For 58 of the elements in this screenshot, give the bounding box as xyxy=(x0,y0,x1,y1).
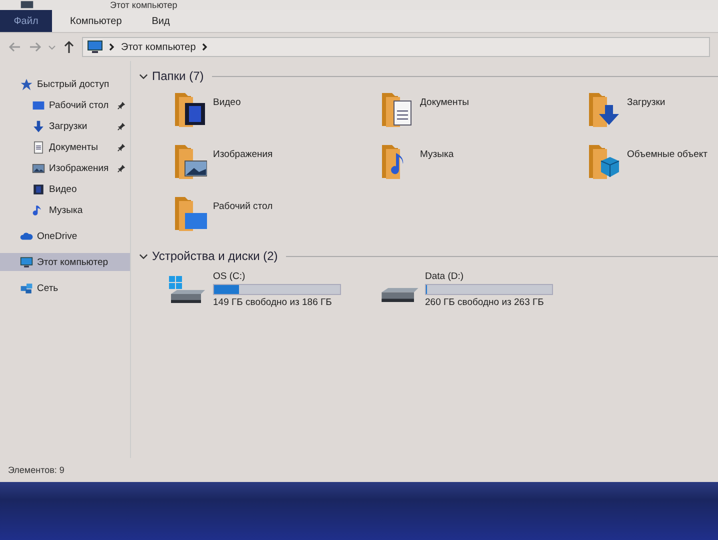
hard-drive-icon xyxy=(381,288,419,302)
folder-icon xyxy=(382,93,414,127)
folder-icon xyxy=(175,197,207,231)
pin-icon xyxy=(117,164,126,172)
address-bar[interactable]: Этот компьютер xyxy=(82,37,710,57)
section-heading: Устройства и диски (2) xyxy=(152,249,278,263)
nav-item[interactable]: Изображения xyxy=(0,159,130,177)
nav-item[interactable]: Этот компьютер xyxy=(0,253,130,271)
desktop-icon xyxy=(32,98,45,112)
pin-icon xyxy=(117,122,126,130)
network-icon xyxy=(20,282,33,294)
computer-icon xyxy=(20,1,34,10)
pin-icon xyxy=(117,100,126,110)
download-arrow-icon xyxy=(32,120,45,132)
nav-item[interactable]: Видео xyxy=(0,180,130,198)
system-drive-icon xyxy=(167,274,207,306)
folder-icon xyxy=(175,145,207,179)
drive-label[interactable]: OS (C:) xyxy=(213,271,341,282)
nav-item[interactable]: OneDrive xyxy=(0,227,130,245)
address-path: Этот компьютер xyxy=(121,42,196,52)
document-icon xyxy=(32,140,45,154)
collapse-chevron-icon[interactable] xyxy=(139,252,148,260)
folder-label[interactable]: Музыка xyxy=(420,149,454,160)
chevron-icon xyxy=(109,43,115,51)
nav-item[interactable]: Быстрый доступ xyxy=(0,75,130,93)
computer-icon xyxy=(87,40,103,54)
status-text: Элементов: 9 xyxy=(8,465,64,475)
folder-label[interactable]: Объемные объект xyxy=(627,149,708,160)
collapse-chevron-icon[interactable] xyxy=(139,72,148,80)
picture-icon xyxy=(32,162,45,174)
folder-icon xyxy=(589,93,621,127)
nav-item[interactable]: Загрузки xyxy=(0,117,130,135)
film-icon xyxy=(32,182,45,196)
folder-label[interactable]: Документы xyxy=(420,97,469,108)
folder-label[interactable]: Видео xyxy=(213,97,241,108)
folder-label[interactable]: Изображения xyxy=(213,149,273,160)
computer-icon xyxy=(20,256,33,268)
nav-item[interactable]: Рабочий стол xyxy=(0,96,130,114)
nav-item[interactable]: Сеть xyxy=(0,279,130,297)
folder-label[interactable]: Рабочий стол xyxy=(213,201,273,212)
free-space-text: 260 ГБ свободно из 263 ГБ xyxy=(425,297,545,308)
star-icon xyxy=(20,78,33,90)
ribbon-tab[interactable]: Вид xyxy=(140,10,182,32)
folder-icon xyxy=(175,93,207,127)
window-title: Этот компьютер xyxy=(110,0,178,10)
up-arrow-icon[interactable] xyxy=(62,40,76,54)
chevron-icon[interactable] xyxy=(202,43,208,51)
nav-item[interactable]: Музыка xyxy=(0,201,130,219)
nav-item[interactable]: Документы xyxy=(0,138,130,156)
ribbon-tab[interactable]: Компьютер xyxy=(58,10,134,32)
pin-icon xyxy=(117,142,126,152)
folder-label[interactable]: Загрузки xyxy=(627,97,666,108)
free-space-text: 149 ГБ свободно из 186 ГБ xyxy=(213,297,333,308)
folder-icon xyxy=(589,145,621,179)
section-heading: Папки (7) xyxy=(152,69,204,83)
ribbon-tab[interactable]: Файл xyxy=(0,10,52,32)
drive-label[interactable]: Data (D:) xyxy=(425,271,553,282)
cloud-icon xyxy=(20,230,33,242)
